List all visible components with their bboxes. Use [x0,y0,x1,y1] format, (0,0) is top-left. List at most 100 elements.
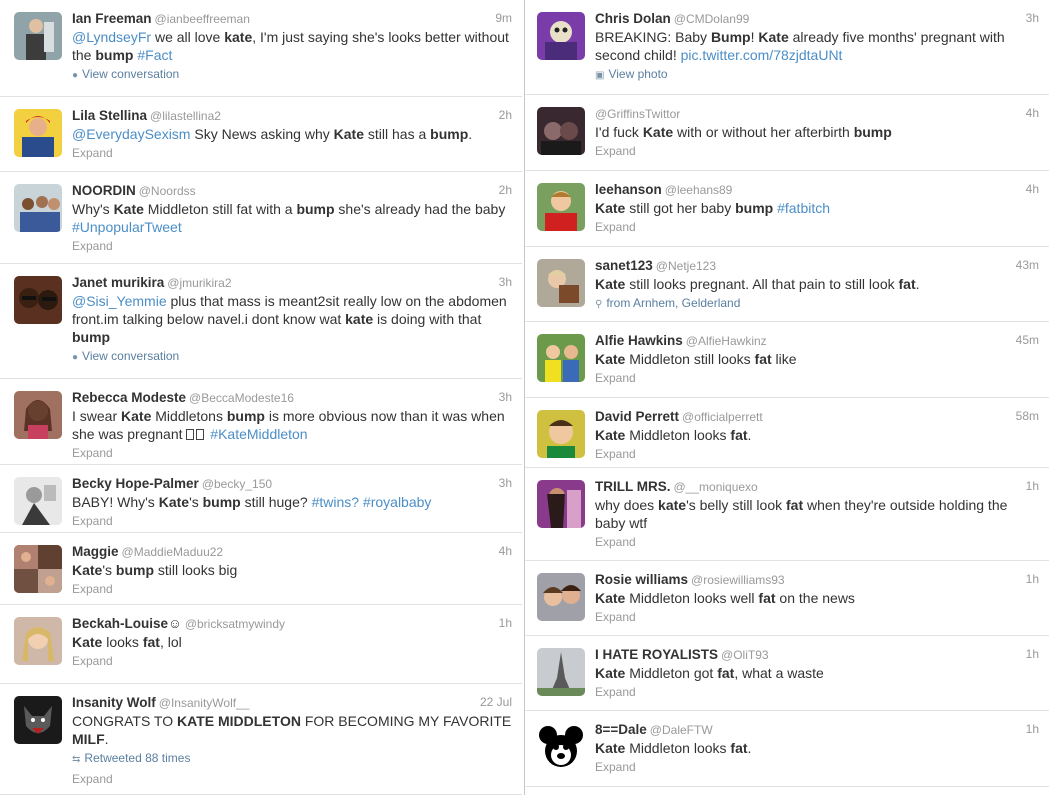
tweet-action-link[interactable]: Expand [595,758,1039,776]
tweet-action-link[interactable]: ● View conversation [72,65,512,85]
user-name[interactable]: leehanson [595,182,662,197]
user-handle[interactable]: @ianbeeffreeman [155,12,250,26]
user-handle[interactable]: @Netje123 [656,259,716,273]
tweet-timestamp[interactable]: 22 Jul [480,693,512,712]
user-handle[interactable]: @BeccaModeste16 [189,391,294,405]
user-handle[interactable]: @officialperrett [682,410,763,424]
tweet-timestamp[interactable]: 1h [1026,570,1039,589]
tweet-timestamp[interactable]: 1h [1026,477,1039,496]
link-or-hashtag[interactable]: #royalbaby [363,494,432,510]
tweet-item[interactable]: NOORDIN @Noordss 2h Why's Kate Middleton st… [0,172,522,264]
user-name[interactable]: Alfie Hawkins [595,333,683,348]
tweet-item[interactable]: sanet123 @Netje123 43m Kate still looks pre… [525,247,1049,322]
user-name[interactable]: sanet123 [595,258,653,273]
user-name[interactable]: I HATE ROYALISTS [595,647,718,662]
user-handle[interactable]: @InsanityWolf__ [159,696,250,710]
tweet-timestamp[interactable]: 4h [1026,180,1039,199]
avatar[interactable] [14,696,62,744]
tweet-action-link[interactable]: Expand [72,580,512,598]
tweet-item[interactable]: leehanson @leehans89 4h Kate still got her … [525,171,1049,247]
user-handle[interactable]: @leehans89 [665,183,733,197]
avatar[interactable] [14,545,62,593]
avatar[interactable] [537,410,585,458]
user-name[interactable]: David Perrett [595,409,679,424]
tweet-timestamp[interactable]: 3h [499,388,512,407]
tweet-action-link[interactable]: Expand [72,237,512,255]
tweet-timestamp[interactable]: 45m [1016,331,1039,350]
tweet-action-link[interactable]: Expand [595,608,1039,626]
user-name[interactable]: Lila Stellina [72,108,147,123]
user-name[interactable]: Janet murikira [72,275,164,290]
avatar[interactable] [537,334,585,382]
user-name[interactable]: Insanity Wolf [72,695,156,710]
tweet-timestamp[interactable]: 2h [499,106,512,125]
tweet-item[interactable]: Maggie @MaddieMaduu22 4h Kate's bump still … [0,533,522,605]
avatar[interactable] [14,276,62,324]
link-or-hashtag[interactable]: @Sisi_Yemmie [72,293,167,309]
link-or-hashtag[interactable]: pic.twitter.com/78zjdtaUNt [681,47,843,63]
user-handle[interactable]: @Noordss [139,184,196,198]
avatar[interactable] [14,391,62,439]
tweet-timestamp[interactable]: 1h [1026,720,1039,739]
tweet-timestamp[interactable]: 2h [499,181,512,200]
tweet-timestamp[interactable]: 3h [499,273,512,292]
user-name[interactable]: Maggie [72,544,119,559]
user-handle[interactable]: @bricksatmywindy [185,617,285,631]
user-handle[interactable]: @becky_150 [202,477,272,491]
tweet-item[interactable]: Janet murikira @jmurikira2 3h @Sisi_Yemmie … [0,264,522,379]
user-handle[interactable]: @GriffinsTwittor [595,107,680,121]
tweet-item[interactable]: Insanity Wolf @InsanityWolf__ 22 Jul CONGRA… [0,684,522,795]
user-name[interactable]: Chris Dolan [595,11,671,26]
tweet-action-link[interactable]: ● View conversation [72,347,512,367]
tweet-timestamp[interactable]: 4h [1026,104,1039,123]
avatar[interactable] [14,477,62,525]
tweet-action-link[interactable]: Expand [72,512,512,530]
tweet-item[interactable]: Ian Freeman @ianbeeffreeman 9m @LyndseyFr w… [0,0,522,97]
tweet-item[interactable]: Beckah-Louise☺ @bricksatmywindy 1h Kate loo… [0,605,522,684]
user-name[interactable]: Beckah-Louise [72,616,168,631]
user-name[interactable]: Becky Hope-Palmer [72,476,199,491]
link-or-hashtag[interactable]: #fatbitch [777,200,830,216]
tweet-item[interactable]: Becky Hope-Palmer @becky_150 3h BABY! Why's… [0,465,522,533]
tweet-item[interactable]: TRILL MRS. @__moniquexo 1h why does kate's … [525,468,1049,561]
user-name[interactable]: Rosie williams [595,572,688,587]
user-name[interactable]: 8==Dale [595,722,647,737]
tweet-action-link[interactable]: Expand [72,444,512,462]
tweet-action-link[interactable]: ⚲ from Arnhem, Gelderland [595,294,1039,314]
tweet-action-link[interactable]: Expand [595,369,1039,387]
avatar[interactable] [537,723,585,771]
tweet-timestamp[interactable]: 9m [495,9,512,28]
tweet-item[interactable]: Chris Dolan @CMDolan99 3h BREAKING: Baby Bu… [525,0,1049,95]
user-handle[interactable]: @DaleFTW [650,723,713,737]
expand-link[interactable]: Expand [72,770,512,788]
link-or-hashtag[interactable]: @EverydaySexism [72,126,190,142]
tweet-action-link[interactable]: Expand [595,445,1039,463]
tweet-timestamp[interactable]: 58m [1016,407,1039,426]
avatar[interactable] [14,617,62,665]
user-handle[interactable]: @MaddieMaduu22 [122,545,224,559]
tweet-timestamp[interactable]: 43m [1016,256,1039,275]
user-handle[interactable]: @OliT93 [721,648,769,662]
tweet-timestamp[interactable]: 1h [499,614,512,633]
avatar[interactable] [537,183,585,231]
tweet-timestamp[interactable]: 3h [499,474,512,493]
user-name[interactable]: NOORDIN [72,183,136,198]
user-handle[interactable]: @lilastellina2 [150,109,221,123]
avatar[interactable] [537,573,585,621]
tweet-item[interactable]: I HATE ROYALISTS @OliT93 1h Kate Middleton … [525,636,1049,711]
user-name[interactable]: Rebecca Modeste [72,390,186,405]
tweet-action-link[interactable]: Expand [595,142,1039,160]
avatar[interactable] [537,107,585,155]
avatar[interactable] [14,184,62,232]
tweet-timestamp[interactable]: 1h [1026,645,1039,664]
user-name[interactable]: TRILL MRS. [595,479,671,494]
user-handle[interactable]: @__moniquexo [674,480,758,494]
link-or-hashtag[interactable]: #twins? [312,494,359,510]
user-handle[interactable]: @jmurikira2 [167,276,231,290]
tweet-item[interactable]: Rebecca Modeste @BeccaModeste16 3h I swear … [0,379,522,465]
tweet-item[interactable]: 8==Dale @DaleFTW 1h Kate Middleton looks fa… [525,711,1049,787]
link-or-hashtag[interactable]: @LyndseyFr [72,29,151,45]
user-handle[interactable]: @CMDolan99 [674,12,750,26]
avatar[interactable] [537,480,585,528]
avatar[interactable] [537,259,585,307]
